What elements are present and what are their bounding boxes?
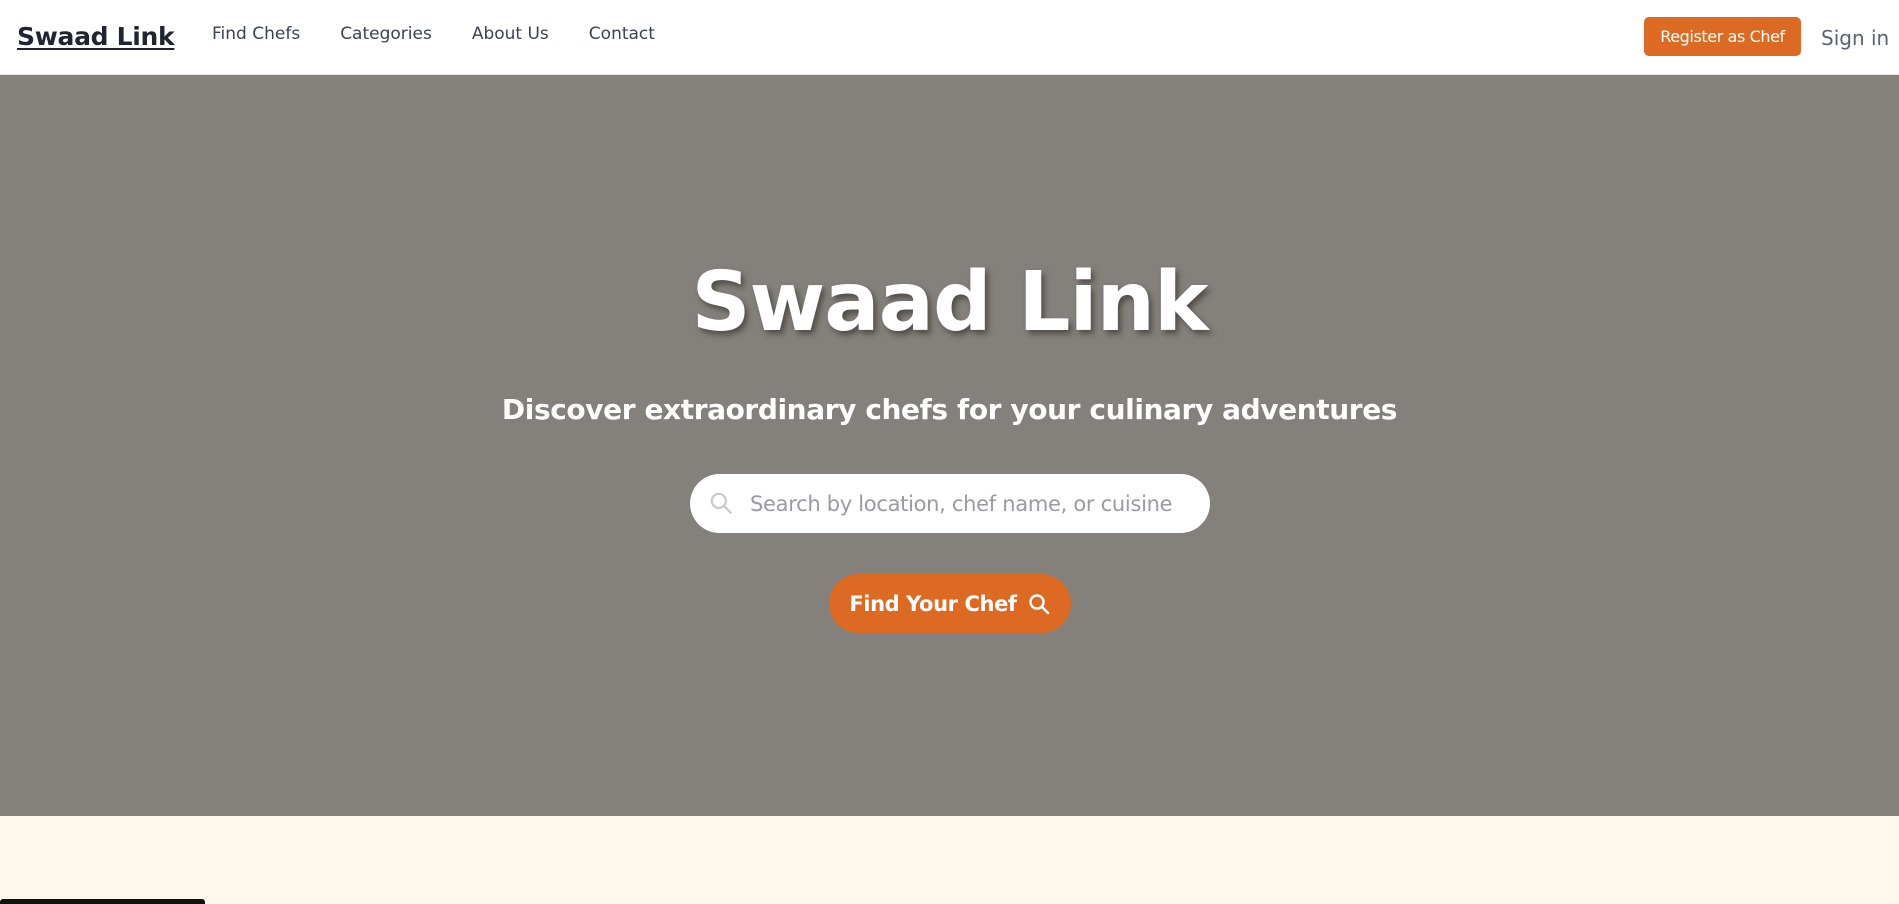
brand-logo-link[interactable]: Swaad Link: [17, 22, 175, 51]
nav-link-about-us[interactable]: About Us: [472, 24, 549, 44]
hero-title: Swaad Link: [691, 255, 1209, 350]
nav-links: Find Chefs Categories About Us Contact: [212, 24, 655, 44]
sign-in-link[interactable]: Sign in: [1821, 26, 1889, 50]
search-box: [690, 474, 1210, 533]
find-your-chef-button[interactable]: Find Your Chef: [829, 574, 1071, 633]
bottom-dark-bar: [0, 899, 205, 904]
register-as-chef-button[interactable]: Register as Chef: [1644, 17, 1801, 56]
nav-link-contact[interactable]: Contact: [589, 24, 655, 44]
search-input[interactable]: [750, 474, 1190, 533]
hero-subtitle: Discover extraordinary chefs for your cu…: [501, 393, 1398, 426]
search-icon: [710, 492, 732, 514]
top-navbar: Swaad Link Find Chefs Categories About U…: [0, 0, 1899, 75]
hero-section: Swaad Link Discover extraordinary chefs …: [0, 75, 1899, 816]
find-your-chef-label: Find Your Chef: [849, 591, 1017, 616]
search-icon: [1028, 593, 1049, 614]
nav-link-categories[interactable]: Categories: [340, 24, 432, 44]
nav-link-find-chefs[interactable]: Find Chefs: [212, 24, 300, 44]
